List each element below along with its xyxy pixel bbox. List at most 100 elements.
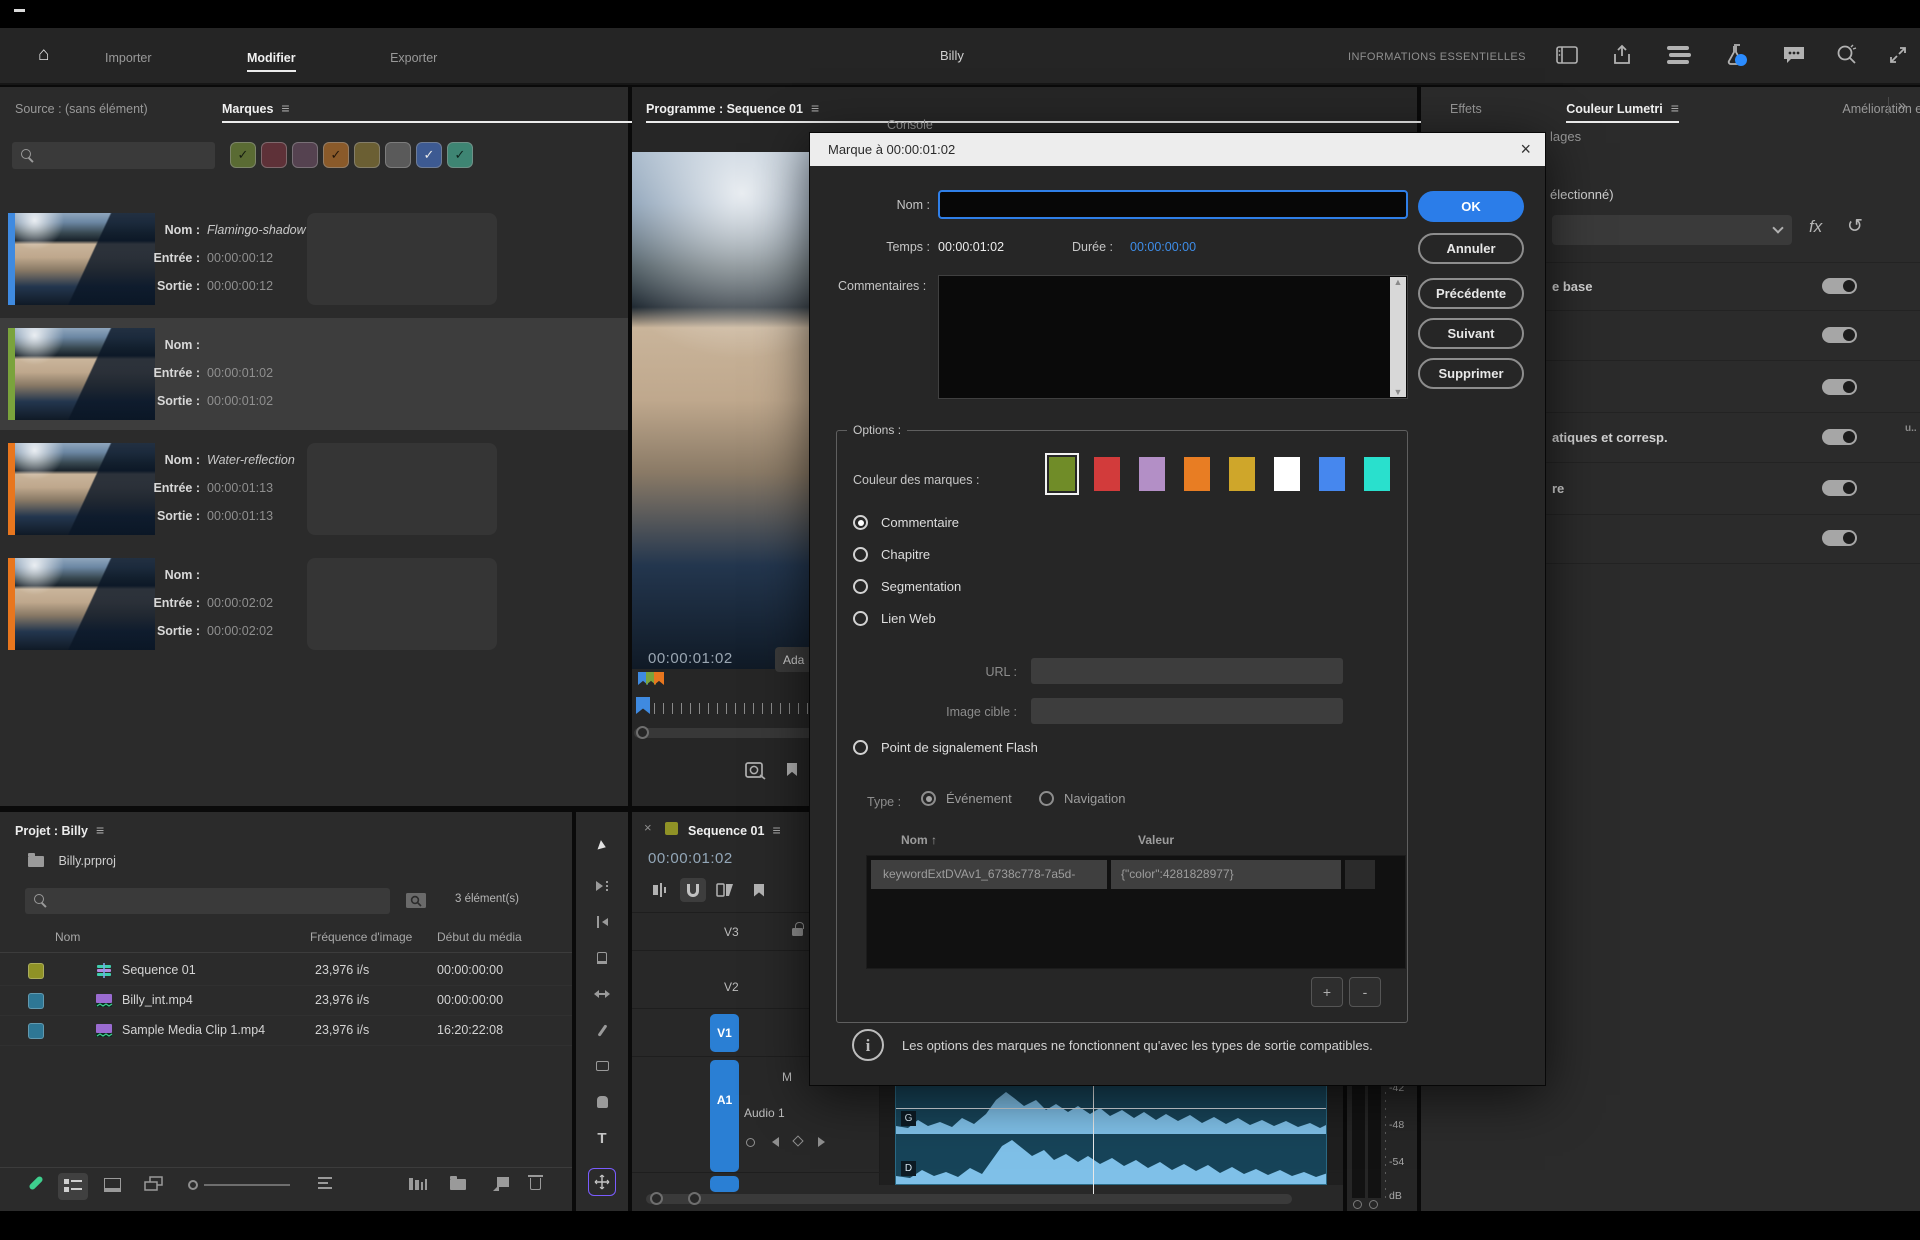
scroll-handle[interactable] — [688, 1192, 701, 1205]
timeline-tab[interactable]: Sequence 01≡ — [688, 824, 781, 838]
label-chip[interactable] — [28, 1023, 44, 1039]
marker-comment-box[interactable] — [307, 558, 497, 650]
rectangle-tool[interactable] — [590, 1054, 614, 1078]
hand-tool[interactable] — [590, 1090, 614, 1114]
table-cell-nom[interactable]: keywordExtDVAv1_6738c778-7a5d- — [871, 860, 1107, 889]
table-cell-extra[interactable] — [1345, 860, 1375, 889]
marker-item[interactable]: Nom : Water-reflection Entrée : 00:00:01… — [0, 433, 628, 545]
reset-icon[interactable]: ↺ — [1847, 215, 1863, 238]
linked-selection-icon[interactable] — [712, 878, 738, 902]
filter-swatch-red[interactable] — [261, 142, 287, 168]
program-timecode[interactable]: 00:00:01:02 — [648, 650, 733, 667]
filter-swatch-purple[interactable] — [292, 142, 318, 168]
timeline-h-scrollbar[interactable] — [646, 1194, 1292, 1204]
marker-comment-box[interactable] — [307, 213, 497, 305]
more-tabs-icon[interactable]: » — [1898, 97, 1906, 114]
mini-timeline-marker[interactable] — [636, 697, 650, 714]
dialog-swatch-red[interactable] — [1094, 457, 1120, 491]
fx-icon[interactable]: fx — [1809, 217, 1822, 237]
remove-field-button[interactable]: - — [1349, 977, 1381, 1007]
annuler-button[interactable]: Annuler — [1418, 233, 1524, 264]
add-field-button[interactable]: + — [1311, 977, 1343, 1007]
project-search-input[interactable] — [25, 888, 390, 914]
project-row-sequence[interactable]: Sequence 01 23,976 i/s 00:00:00:00 — [0, 956, 572, 986]
panel-menu-icon[interactable]: ≡ — [772, 822, 780, 838]
panel-menu-icon[interactable]: ≡ — [811, 100, 819, 116]
close-tab-icon[interactable]: × — [644, 820, 652, 835]
a1-mute-button[interactable]: M — [782, 1070, 792, 1084]
radio-chapitre[interactable]: Chapitre — [853, 547, 930, 562]
beta-features-icon[interactable] — [1724, 42, 1750, 68]
close-icon[interactable]: × — [1520, 139, 1531, 160]
pen-tool[interactable] — [590, 1018, 614, 1042]
filter-swatch-gray[interactable] — [385, 142, 411, 168]
a2-track-target[interactable] — [710, 1176, 739, 1192]
dialog-swatch-purple[interactable] — [1139, 457, 1165, 491]
scroll-down-icon[interactable]: ▼ — [1394, 387, 1403, 397]
radio-segmentation[interactable]: Segmentation — [853, 579, 961, 594]
tab-couleur-lumetri[interactable]: Couleur Lumetri≡ — [1566, 102, 1679, 116]
workspace-icon[interactable] — [1666, 44, 1692, 66]
scroll-handle[interactable] — [636, 726, 649, 739]
home-icon[interactable]: ⌂ — [38, 44, 49, 66]
search-bin-icon[interactable] — [405, 890, 427, 909]
duree-value[interactable]: 00:00:00:00 — [1130, 240, 1196, 254]
table-cell-valeur[interactable]: {"color":4281828977} — [1111, 860, 1341, 889]
marker-item-selected[interactable]: Nom : Entrée : 00:00:01:02 Sortie : 00:0… — [0, 318, 628, 430]
new-bin-icon[interactable] — [450, 1175, 466, 1195]
feedback-icon[interactable] — [1782, 45, 1806, 65]
tab-program[interactable]: Programme : Sequence 01≡ — [646, 100, 1431, 116]
snap-magnet-icon[interactable] — [680, 878, 706, 902]
playhead[interactable] — [1093, 1085, 1094, 1195]
ripple-edit-tool[interactable] — [590, 910, 614, 934]
section-toggle[interactable] — [1822, 278, 1857, 294]
section-toggle[interactable] — [1822, 379, 1857, 395]
marker-item[interactable]: Nom : Entrée : 00:00:02:02 Sortie : 00:0… — [0, 548, 628, 660]
marker-name-input[interactable] — [938, 190, 1408, 219]
timeline-timecode[interactable]: 00:00:01:02 — [648, 850, 733, 867]
dialog-swatch-blue[interactable] — [1319, 457, 1345, 491]
selection-tool[interactable] — [590, 834, 614, 858]
fullscreen-icon[interactable] — [1888, 45, 1908, 65]
tab-audio-essentiel[interactable]: Amélioration essentielle de l'audio — [1842, 102, 1920, 116]
program-scrollbar[interactable] — [634, 728, 814, 738]
share-icon[interactable] — [1612, 44, 1632, 66]
tab-source[interactable]: Source : (sans élément) — [15, 100, 148, 118]
dialog-swatch-white[interactable] — [1274, 457, 1300, 491]
section-toggle[interactable] — [1822, 429, 1857, 445]
dialog-swatch-orange[interactable] — [1184, 457, 1210, 491]
export-frame-icon[interactable] — [745, 760, 767, 780]
panel-toggle-icon[interactable] — [1556, 46, 1578, 64]
zoom-slider-knob[interactable] — [188, 1180, 198, 1190]
marker-data-table[interactable]: keywordExtDVAv1_6738c778-7a5d- {"color":… — [866, 855, 1406, 969]
image-cible-input-disabled[interactable] — [1031, 698, 1343, 724]
marker-search-input[interactable] — [12, 142, 215, 169]
radio-flash-cue[interactable]: Point de signalement Flash — [853, 740, 1038, 755]
transform-tool-selected[interactable] — [588, 1168, 616, 1196]
filter-swatch-orange[interactable]: ✓ — [323, 142, 349, 168]
meter-solo-left[interactable] — [1353, 1200, 1362, 1209]
list-view-button[interactable] — [58, 1173, 88, 1200]
precedente-button[interactable]: Précédente — [1418, 278, 1524, 309]
type-tool[interactable]: T — [590, 1126, 614, 1150]
v1-track-target[interactable]: V1 — [710, 1014, 739, 1052]
radio-commentaire[interactable]: Commentaire — [853, 515, 959, 530]
project-panel-title[interactable]: Projet : Billy≡ — [15, 822, 104, 838]
v3-label[interactable]: V3 — [724, 925, 739, 939]
add-keyframe-icon[interactable] — [792, 1135, 803, 1146]
mini-time-ruler[interactable] — [654, 703, 814, 714]
new-item-icon[interactable] — [492, 1176, 510, 1192]
tab-effets[interactable]: Effets — [1450, 102, 1482, 116]
dialog-swatch-gold[interactable] — [1229, 457, 1255, 491]
marker-comment-box[interactable] — [307, 443, 497, 535]
dialog-swatch-cyan[interactable] — [1364, 457, 1390, 491]
filter-swatch-yellow[interactable] — [354, 142, 380, 168]
tab-console[interactable]: Console — [887, 118, 933, 132]
v2-label[interactable]: V2 — [724, 980, 739, 994]
timeline-marker-icon[interactable] — [746, 878, 772, 902]
panel-menu-icon[interactable]: ≡ — [281, 100, 289, 116]
section-toggle[interactable] — [1822, 327, 1857, 343]
prev-keyframe-icon[interactable] — [772, 1137, 779, 1147]
sort-icon[interactable] — [318, 1176, 334, 1192]
tab-exporter[interactable]: Exporter — [390, 51, 437, 65]
